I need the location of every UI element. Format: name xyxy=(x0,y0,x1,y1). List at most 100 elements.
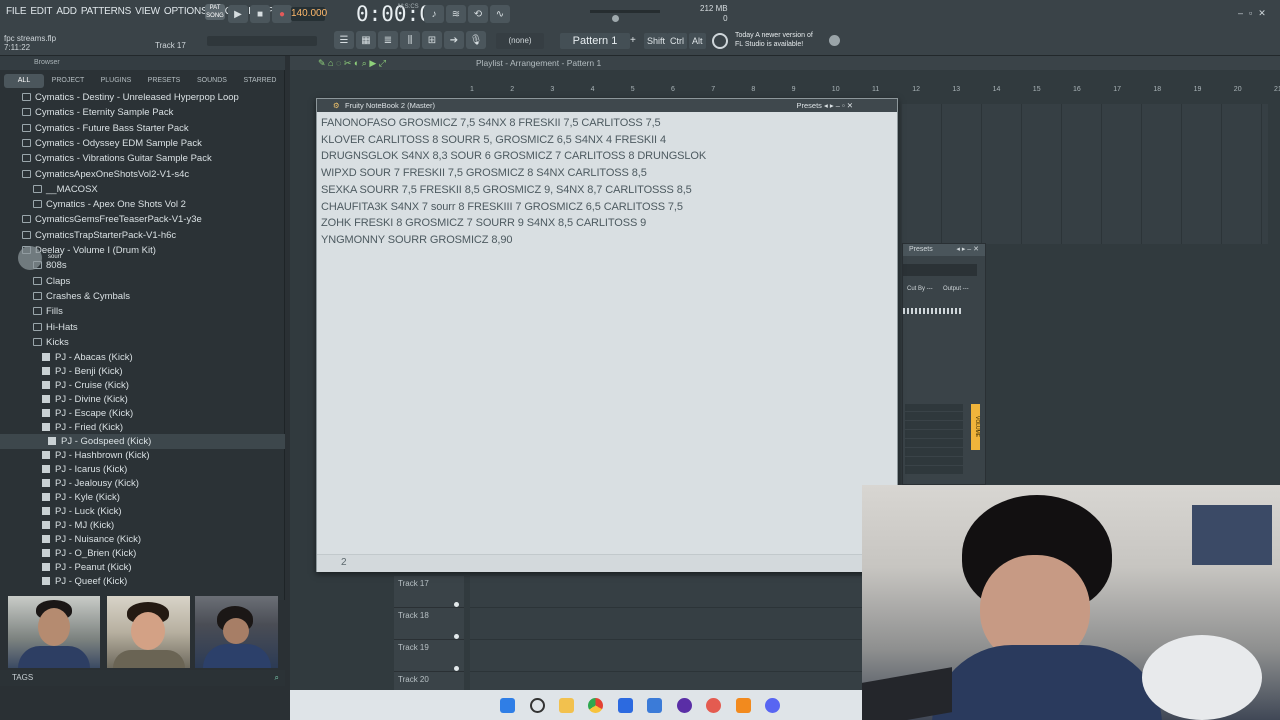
alt-key[interactable]: Alt xyxy=(689,33,706,49)
pattern-selector-none[interactable]: (none) xyxy=(496,33,544,49)
discord-icon[interactable] xyxy=(765,698,780,713)
pattern-selector[interactable]: Pattern 1 xyxy=(560,33,630,49)
chrome-icon[interactable] xyxy=(588,698,603,713)
obs-icon[interactable] xyxy=(677,698,692,713)
playlist-lanes-upper[interactable] xyxy=(902,104,1268,244)
browser-folder-item[interactable]: CymaticsTrapStarterPack-V1-h6c xyxy=(0,228,285,243)
song-position-slider[interactable] xyxy=(207,36,317,46)
browser-button[interactable]: ⊞ xyxy=(422,31,442,49)
notebook-titlebar[interactable]: ⚙ Fruity NoteBook 2 (Master) Presets ◂ ▸… xyxy=(317,99,897,112)
track-lane[interactable] xyxy=(470,640,865,672)
fl-studio-icon[interactable] xyxy=(736,698,751,713)
browser-file-item[interactable]: PJ - MJ (Kick) xyxy=(0,518,285,533)
browser-file-item[interactable]: PJ - Cruise (Kick) xyxy=(0,378,285,393)
track-mute-icon[interactable] xyxy=(454,634,459,639)
master-volume-knob[interactable] xyxy=(612,15,619,22)
track-lane[interactable] xyxy=(470,608,865,640)
browser-folder-item[interactable]: Cymatics - Odyssey EDM Sample Pack xyxy=(0,136,285,151)
notebook-presets[interactable]: Presets ◂ ▸ – ▫ ✕ xyxy=(797,99,854,112)
track-mute-icon[interactable] xyxy=(454,602,459,607)
browser-file-item[interactable]: PJ - Escape (Kick) xyxy=(0,406,285,421)
browser-file-item[interactable]: PJ - O_Brien (Kick) xyxy=(0,546,285,561)
add-pattern-button[interactable]: + xyxy=(630,33,640,49)
online-icon[interactable] xyxy=(712,33,728,49)
news-panel[interactable]: Today A newer version of FL Studio is ava… xyxy=(735,31,813,49)
browser-file-item[interactable]: PJ - Divine (Kick) xyxy=(0,392,285,407)
browser-folder-item[interactable]: __MACOSX xyxy=(0,182,285,197)
metronome-button[interactable]: ♪ xyxy=(424,5,444,23)
channel-rack-button[interactable]: ≣ xyxy=(378,31,398,49)
track-mute-icon[interactable] xyxy=(454,666,459,671)
browser-folder-item[interactable]: Kicks xyxy=(0,335,285,350)
channel-dropdown[interactable] xyxy=(903,264,977,276)
browser-file-item[interactable]: PJ - Abacas (Kick) xyxy=(0,350,285,365)
search-taskbar-icon[interactable] xyxy=(530,698,545,713)
menu-edit[interactable]: EDIT xyxy=(28,6,54,17)
mixer-button[interactable]: ⫼ xyxy=(400,31,420,49)
browser-tab-all[interactable]: ALL xyxy=(4,74,44,88)
window-controls[interactable]: –▫✕ xyxy=(1238,8,1272,19)
browser-tab-sounds[interactable]: SOUNDS xyxy=(188,74,236,88)
browser-file-item[interactable]: PJ - Nuisance (Kick) xyxy=(0,532,285,547)
notes-icon[interactable] xyxy=(618,698,633,713)
notebook-page-number[interactable]: 2 xyxy=(341,557,347,568)
step-sequencer[interactable] xyxy=(903,308,963,314)
browser-folder-item[interactable]: Fills xyxy=(0,304,285,319)
steam-icon[interactable] xyxy=(706,698,721,713)
browser-file-item[interactable]: PJ - Fried (Kick) xyxy=(0,420,285,435)
shift-key[interactable]: Shift xyxy=(644,33,669,49)
piano-roll-button[interactable]: ▦ xyxy=(356,31,376,49)
volume-label[interactable]: VOLUME xyxy=(971,404,980,450)
browser-tab-presets[interactable]: PRESETS xyxy=(140,74,188,88)
gear-icon[interactable]: ⚙ xyxy=(333,99,340,112)
channel-close-icon[interactable]: ◂ ▸ – ✕ xyxy=(956,244,979,256)
menu-patterns[interactable]: PATTERNS xyxy=(79,6,133,17)
browser-file-item[interactable]: PJ - Queef (Kick) xyxy=(0,574,285,589)
file-explorer-icon[interactable] xyxy=(559,698,574,713)
play-button[interactable]: ▶ xyxy=(228,5,248,23)
browser-tab-starred[interactable]: STARRED xyxy=(236,74,284,88)
pat-song-toggle[interactable]: PAT SONG xyxy=(205,4,225,20)
browser-folder-item[interactable]: Claps xyxy=(0,274,285,289)
browser-file-item[interactable]: PJ - Icarus (Kick) xyxy=(0,462,285,477)
timeline-ruler[interactable]: 1 2 3 4 5 6 7 8 9 10 11 12 13 14 15 16 17 18 19 20 21 xyxy=(470,86,1280,96)
menu-view[interactable]: VIEW xyxy=(133,6,162,17)
wait-button[interactable]: ≋ xyxy=(446,5,466,23)
tags-bar[interactable]: TAGS ⌕ xyxy=(0,670,285,686)
browser-folder-item[interactable]: Cymatics - Apex One Shots Vol 2 xyxy=(0,197,285,212)
track-lane[interactable] xyxy=(470,576,865,608)
stop-button[interactable]: ■ xyxy=(250,5,270,23)
master-volume-slider[interactable] xyxy=(590,10,660,13)
browser-folder-item[interactable]: CymaticsGemsFreeTeaserPack-V1-y3e xyxy=(0,212,285,227)
playlist-button[interactable]: ☰ xyxy=(334,31,354,49)
browser-file-item[interactable]: PJ - Jealousy (Kick) xyxy=(0,476,285,491)
loop-record-button[interactable]: ∿ xyxy=(490,5,510,23)
browser-file-item[interactable]: PJ - Kyle (Kick) xyxy=(0,490,285,505)
menu-add[interactable]: ADD xyxy=(54,6,79,17)
browser-file-item[interactable]: PJ - Peanut (Kick) xyxy=(0,560,285,575)
ctrl-key[interactable]: Ctrl xyxy=(667,33,687,49)
playlist-tools-icon[interactable]: ✎ ⌂ ◌ ✂ ◐ ⌕ ▶ ⤢ xyxy=(318,56,386,70)
record-button[interactable]: ● xyxy=(272,5,292,23)
browser-folder-item[interactable]: Cymatics - Destiny - Unreleased Hyperpop… xyxy=(0,90,285,105)
browser-folder-item[interactable]: Cymatics - Future Bass Starter Pack xyxy=(0,121,285,136)
browser-folder-item[interactable]: Hi-Hats xyxy=(0,320,285,335)
menu-file[interactable]: FILE xyxy=(4,6,28,17)
countdown-button[interactable]: ⟲ xyxy=(468,5,488,23)
browser-file-item[interactable]: PJ - Benji (Kick) xyxy=(0,364,285,379)
mic-button[interactable]: 🎙 xyxy=(466,31,486,49)
browser-folder-item[interactable]: Cymatics - Eternity Sample Pack xyxy=(0,105,285,120)
browser-tab-project[interactable]: PROJECT xyxy=(44,74,92,88)
notebook-text-area[interactable]: FANONOFASO GROSMICZ 7,5 S4NX 8 FRESKII 7… xyxy=(321,115,881,249)
search-icon[interactable]: ⌕ xyxy=(275,670,279,686)
browser-file-item[interactable]: PJ - Luck (Kick) xyxy=(0,504,285,519)
browser-folder-item[interactable]: CymaticsApexOneShotsVol2-V1-s4c xyxy=(0,167,285,182)
browser-folder-item[interactable]: Cymatics - Vibrations Guitar Sample Pack xyxy=(0,151,285,166)
browser-folder-item[interactable]: 808s xyxy=(0,258,285,273)
browser-folder-item[interactable]: Crashes & Cymbals xyxy=(0,289,285,304)
browser-folder-item[interactable]: Deelay - Volume I (Drum Kit) xyxy=(0,243,285,258)
browser-file-item[interactable]: PJ - Hashbrown (Kick) xyxy=(0,448,285,463)
account-icon[interactable] xyxy=(829,35,840,46)
start-icon[interactable] xyxy=(500,698,515,713)
tempo-display[interactable]: 140.000 xyxy=(291,7,327,21)
